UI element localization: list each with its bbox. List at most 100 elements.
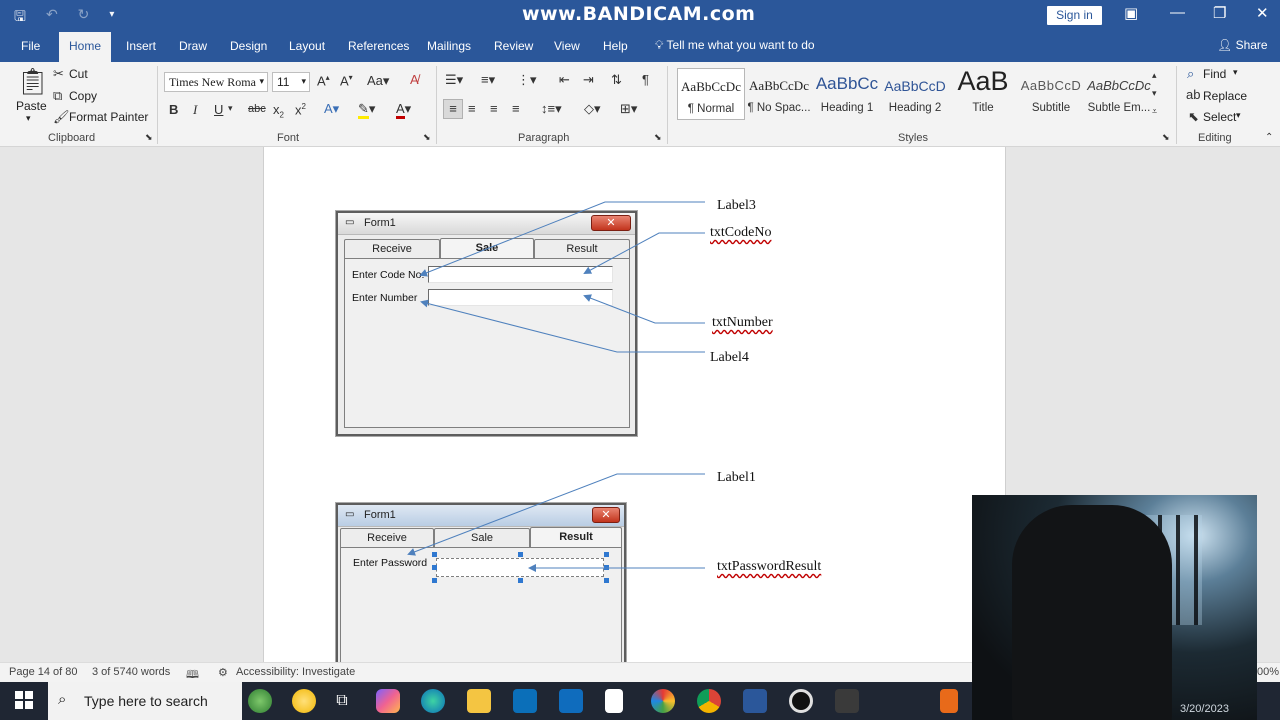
close-icon[interactable]: ✕ [1256, 4, 1269, 22]
style-normal[interactable]: AaBbCcDc ¶ Normal [677, 68, 745, 120]
highlight-icon[interactable]: ✎▾ [358, 101, 375, 119]
tab-layout[interactable]: Layout [289, 39, 325, 53]
app-orange-icon[interactable] [940, 689, 958, 713]
style-subtle-emphasis[interactable]: AaBbCcDc Subtle Em... [1085, 68, 1153, 120]
borders-icon[interactable]: ⊞▾ [620, 101, 637, 117]
app-tool-icon[interactable] [835, 689, 859, 713]
font-size-box[interactable]: 11 ▾ [272, 72, 310, 92]
chrome-icon[interactable] [697, 689, 721, 713]
styles-scroll-up-icon[interactable]: ▴ [1152, 70, 1157, 81]
save-icon[interactable]: 🖫 [14, 6, 26, 30]
shading-icon[interactable]: ◇▾ [584, 101, 601, 117]
document-page[interactable]: ▭ Form1 ✕ Receive Sale Result Enter Code… [263, 147, 1006, 662]
superscript-icon[interactable]: x2 [295, 102, 306, 117]
styles-scroll-down-icon[interactable]: ▾ [1152, 88, 1157, 99]
sort-icon[interactable]: ⇅ [611, 72, 622, 88]
italic-icon[interactable]: I [193, 102, 197, 118]
shrink-font-icon[interactable]: A▾ [340, 73, 353, 88]
style-subtitle[interactable]: AaBbCcD Subtitle [1017, 68, 1085, 120]
document-icon[interactable] [605, 689, 623, 713]
tab-file[interactable]: File [21, 39, 40, 53]
underline-icon[interactable]: U [214, 102, 223, 117]
find-button[interactable]: Find [1203, 67, 1226, 81]
collapse-ribbon-icon[interactable]: ⌃ [1265, 132, 1273, 143]
paste-icon[interactable]: 📋︎ [16, 66, 49, 97]
store-icon[interactable] [513, 689, 537, 713]
tab-insert[interactable]: Insert [126, 39, 156, 53]
customize-toolbar-icon[interactable]: ▾ [109, 6, 114, 30]
tab-view[interactable]: View [554, 39, 580, 53]
share-button[interactable]: 👤︎ Share [1217, 38, 1268, 52]
tab-draw[interactable]: Draw [179, 39, 207, 53]
minimize-icon[interactable]: — [1170, 4, 1185, 21]
pilcrow-icon[interactable]: ¶ [642, 72, 649, 87]
windows-start-icon[interactable] [15, 691, 33, 709]
app-colorwheel-icon[interactable] [651, 689, 675, 713]
text-effects-icon[interactable]: A▾ [324, 101, 339, 117]
chevron-down-icon[interactable]: ▾ [228, 103, 233, 114]
styles-more-icon[interactable]: ⩡ [1152, 106, 1157, 117]
chevron-down-icon[interactable]: ▾ [1236, 110, 1241, 121]
ribbon-display-icon[interactable]: ▣ [1124, 4, 1138, 22]
cut-button[interactable]: Cut [69, 67, 88, 81]
style-title[interactable]: AaB Title [949, 66, 1017, 120]
font-color-icon[interactable]: A▾ [396, 101, 411, 119]
line-spacing-icon[interactable]: ↕≡▾ [541, 101, 562, 117]
file-explorer-icon[interactable] [467, 689, 491, 713]
tab-design[interactable]: Design [230, 39, 267, 53]
strikethrough-icon[interactable]: abc [248, 103, 266, 115]
zoom-level[interactable]: 00% [1257, 666, 1279, 678]
accessibility-status[interactable]: Accessibility: Investigate [236, 666, 355, 678]
outlook-icon[interactable] [559, 689, 583, 713]
task-view-icon[interactable]: ⧉ [330, 689, 354, 713]
sign-in-button[interactable]: Sign in [1047, 6, 1102, 25]
font-name-box[interactable]: Times New Roma ▾ [164, 72, 268, 92]
bold-icon[interactable]: B [169, 102, 178, 117]
multilevel-list-icon[interactable]: ⋮▾ [517, 72, 537, 88]
align-center-icon[interactable]: ≡ [468, 101, 476, 116]
align-left-icon[interactable]: ≡ [443, 99, 463, 119]
tab-home[interactable]: Home [59, 32, 112, 62]
tab-mailings[interactable]: Mailings [427, 39, 471, 53]
dialog-launcher-icon[interactable]: ⬊ [145, 132, 153, 143]
change-case-icon[interactable]: Aa▾ [367, 73, 389, 89]
justify-icon[interactable]: ≡ [512, 101, 520, 116]
taskbar-search[interactable]: ⌕ Type here to search [48, 682, 242, 720]
edge-icon[interactable] [421, 689, 445, 713]
tell-me-search[interactable]: 💡︎ Tell me what you want to do [655, 38, 815, 53]
dialog-launcher-icon[interactable]: ⬊ [654, 132, 662, 143]
bullets-icon[interactable]: ☰▾ [445, 72, 463, 88]
chevron-down-icon[interactable]: ▾ [1233, 67, 1238, 78]
clear-formatting-icon[interactable]: A̸ [410, 72, 419, 87]
bandicam-record-icon[interactable] [789, 689, 813, 713]
numbering-icon[interactable]: ≡▾ [481, 72, 495, 88]
style-no-spacing[interactable]: AaBbCcDc ¶ No Spac... [745, 68, 813, 120]
grow-font-icon[interactable]: A▴ [317, 73, 330, 88]
dialog-launcher-icon[interactable]: ⬊ [1162, 132, 1170, 143]
app-yellow-icon[interactable] [292, 689, 316, 713]
dialog-launcher-icon[interactable]: ⬊ [423, 132, 431, 143]
copy-button[interactable]: Copy [69, 89, 97, 103]
align-right-icon[interactable]: ≡ [490, 101, 498, 116]
format-painter-button[interactable]: Format Painter [69, 110, 148, 124]
replace-button[interactable]: Replace [1203, 89, 1247, 103]
decrease-indent-icon[interactable]: ⇤ [559, 72, 570, 88]
app-copilot-icon[interactable] [376, 689, 400, 713]
tab-help[interactable]: Help [603, 39, 628, 53]
tab-references[interactable]: References [348, 39, 409, 53]
style-heading-1[interactable]: AaBbCc Heading 1 [813, 68, 881, 120]
word-count[interactable]: 3 of 5740 words [92, 666, 170, 678]
redo-icon[interactable]: ↻ [78, 6, 90, 30]
tab-review[interactable]: Review [494, 39, 533, 53]
page-count[interactable]: Page 14 of 80 [9, 666, 78, 678]
select-button[interactable]: Select [1203, 110, 1236, 124]
undo-icon[interactable]: ↶ [46, 6, 58, 30]
style-heading-2[interactable]: AaBbCcD Heading 2 [881, 68, 949, 120]
paste-button[interactable]: Paste [16, 99, 47, 113]
increase-indent-icon[interactable]: ⇥ [583, 72, 594, 88]
paste-dropdown-icon[interactable]: ▾ [26, 113, 31, 124]
word-taskbar-icon[interactable] [743, 689, 767, 713]
app-globe-icon[interactable] [248, 689, 272, 713]
subscript-icon[interactable]: x2 [273, 102, 284, 120]
maximize-icon[interactable]: ❐ [1213, 4, 1226, 22]
